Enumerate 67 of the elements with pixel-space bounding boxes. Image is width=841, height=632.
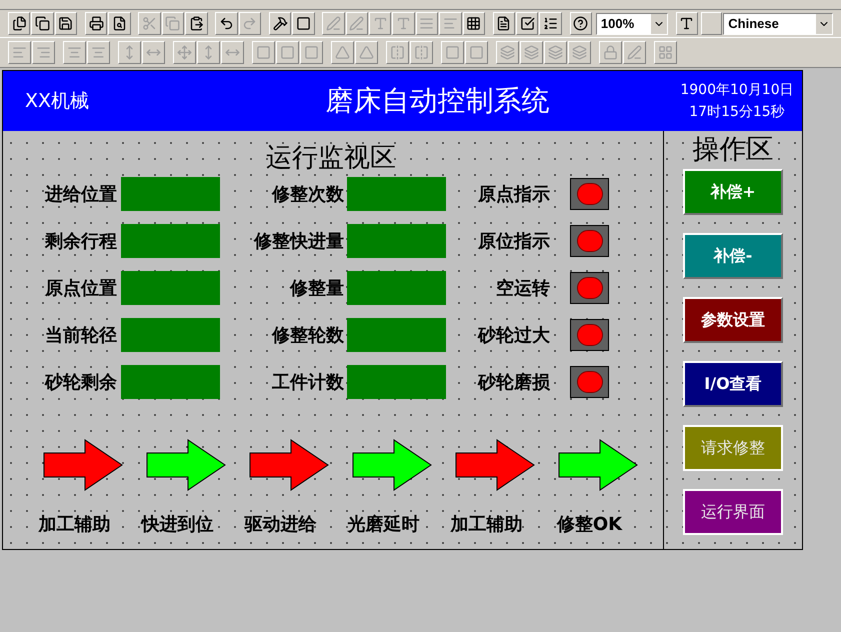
blank-button[interactable] xyxy=(700,12,722,35)
field-label: 当前轮径 xyxy=(44,324,118,348)
zoom-dropdown[interactable]: 100% xyxy=(596,12,668,34)
help-icon[interactable] xyxy=(570,12,592,35)
date-text: 1900年10月10日 xyxy=(680,81,794,100)
field-label: 原点位置 xyxy=(44,276,118,300)
indicator-label: 原位指示 xyxy=(476,230,550,254)
field-label: 进给位置 xyxy=(44,182,118,206)
redo-icon[interactable] xyxy=(238,12,262,35)
action-button[interactable]: 补偿+ xyxy=(683,169,783,215)
field-label: 修整量 xyxy=(288,276,345,300)
horizontal-icon[interactable] xyxy=(221,41,244,64)
print-icon[interactable] xyxy=(84,12,108,35)
indicator-lamp xyxy=(570,366,609,398)
edit-icon[interactable] xyxy=(322,12,345,35)
indicator-lamp xyxy=(570,178,609,210)
check-icon[interactable] xyxy=(516,12,538,35)
indicator-lamp xyxy=(570,319,609,351)
cut-icon[interactable] xyxy=(138,12,161,35)
copy-icon[interactable] xyxy=(31,12,54,35)
indicator-label: 空运转 xyxy=(495,276,550,300)
arrow-label: 光磨延时 xyxy=(346,513,420,537)
arrow-label: 驱动进给 xyxy=(243,513,318,537)
lock-icon[interactable] xyxy=(599,41,622,64)
font-icon[interactable] xyxy=(392,12,415,35)
save-icon[interactable] xyxy=(54,12,78,35)
edit-icon[interactable] xyxy=(346,12,368,35)
layer-icon[interactable] xyxy=(568,41,591,64)
action-button[interactable]: 参数设置 xyxy=(683,297,783,343)
time-text: 17时15分15秒 xyxy=(689,103,785,122)
company-name: XX机械 xyxy=(24,88,90,114)
section-title: 运行监视区 xyxy=(265,143,397,173)
indicator-lamp xyxy=(570,272,609,304)
field-label: 修整次数 xyxy=(270,182,345,206)
grid-icon[interactable] xyxy=(462,12,485,35)
arrow-label: 修整OK xyxy=(556,513,624,537)
field-label: 修整快进量 xyxy=(252,230,345,254)
layer-icon[interactable] xyxy=(520,41,543,64)
field-label: 工件计数 xyxy=(271,370,345,394)
indicator-label: 砂轮磨损 xyxy=(476,370,550,394)
arrow-label: 快进到位 xyxy=(140,513,214,537)
section-title: 操作区 xyxy=(692,134,774,166)
undo-icon[interactable] xyxy=(215,12,238,35)
action-button[interactable]: 补偿- xyxy=(683,233,783,279)
indicator-label: 砂轮过大 xyxy=(476,324,550,348)
field-label: 修整轮数 xyxy=(270,324,345,348)
system-title: 磨床自动控制系统 xyxy=(324,83,550,119)
language-dropdown[interactable]: Chinese xyxy=(723,12,833,34)
frame-icon[interactable] xyxy=(292,12,315,35)
paste-icon[interactable] xyxy=(185,12,208,35)
tools-icon[interactable] xyxy=(268,12,292,35)
layer-icon[interactable] xyxy=(544,41,567,64)
action-button[interactable]: 运行界面 xyxy=(683,489,783,535)
field-label: 剩余行程 xyxy=(44,230,118,254)
vertical-icon[interactable] xyxy=(197,41,220,64)
arrow-label: 加工辅助 xyxy=(449,513,524,537)
arrow-label: 加工辅助 xyxy=(37,513,112,537)
indicator-lamp xyxy=(570,225,609,257)
lines-icon[interactable] xyxy=(416,12,438,35)
action-button[interactable]: I/O查看 xyxy=(683,361,783,407)
preview-icon[interactable] xyxy=(108,12,131,35)
text-icon[interactable] xyxy=(369,12,392,35)
align-left-icon[interactable] xyxy=(8,41,31,64)
indicator-label: 原点指示 xyxy=(476,182,550,206)
align-right-icon[interactable] xyxy=(32,41,55,64)
field-label: 砂轮剩余 xyxy=(44,370,118,394)
layer-icon[interactable] xyxy=(496,41,519,64)
